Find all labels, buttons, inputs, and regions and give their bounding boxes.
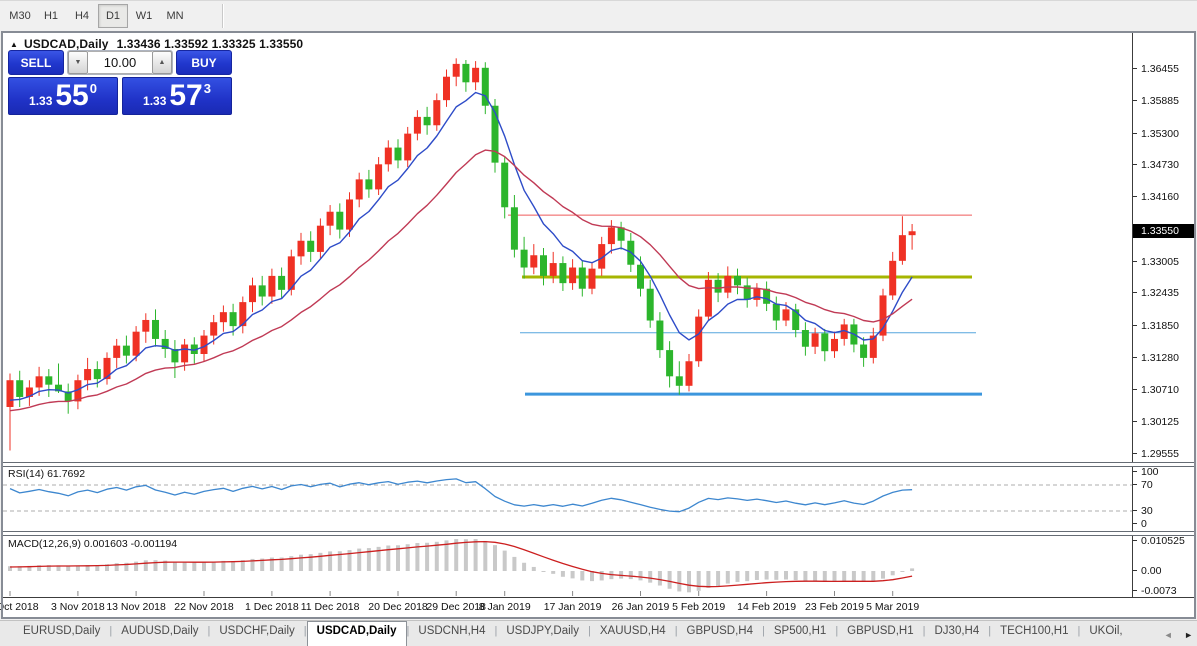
price-axis-label: 1.34730 bbox=[1133, 159, 1194, 171]
chart-ohlc-values: 1.33436 1.33592 1.33325 1.33550 bbox=[117, 37, 304, 51]
rsi-axis-label: 70 bbox=[1133, 479, 1194, 491]
chart-tab-usdjpy-daily[interactable]: USDJPY,Daily bbox=[497, 621, 588, 646]
price-axis-label: 1.35300 bbox=[1133, 128, 1194, 140]
timeframe-button-h4[interactable]: H4 bbox=[67, 4, 97, 28]
sell-price-sup: 0 bbox=[90, 81, 97, 96]
timeframe-button-h1[interactable]: H1 bbox=[36, 4, 66, 28]
chart-title: ▲ USDCAD,Daily 1.33436 1.33592 1.33325 1.3… bbox=[10, 37, 303, 51]
price-axis-label: 1.30125 bbox=[1133, 416, 1194, 428]
price-axis-label: 1.35885 bbox=[1133, 95, 1194, 107]
date-axis-label: 13 Nov 2018 bbox=[106, 601, 166, 613]
price-axis-label: 1.36455 bbox=[1133, 63, 1194, 75]
volume-input[interactable] bbox=[88, 51, 152, 74]
chart-tab-eurusd-daily[interactable]: EURUSD,Daily bbox=[14, 621, 109, 646]
date-axis-label: 1 Dec 2018 bbox=[245, 601, 299, 613]
current-price-tag: 1.33550 bbox=[1133, 224, 1195, 238]
chart-tab-bar: EURUSD,Daily|AUDUSD,Daily|USDCHF,Daily|U… bbox=[0, 620, 1197, 646]
sell-button[interactable]: SELL bbox=[8, 50, 64, 75]
buy-price-big: 57 bbox=[169, 79, 202, 113]
date-axis-label: 17 Jan 2019 bbox=[544, 601, 602, 613]
date-axis-label: 25 Oct 2018 bbox=[0, 601, 39, 613]
macd-axis-label: 0.00 bbox=[1133, 565, 1194, 577]
tab-scroll-controls: ◄ ► bbox=[1157, 621, 1193, 646]
price-axis-label: 1.31850 bbox=[1133, 320, 1194, 332]
chart-tab-gbpusd-h1[interactable]: GBPUSD,H1 bbox=[838, 621, 922, 646]
buy-price-sup: 3 bbox=[204, 81, 211, 96]
chart-tab-ukoil[interactable]: UKOil, bbox=[1080, 621, 1131, 646]
date-axis-label: 14 Feb 2019 bbox=[737, 601, 796, 613]
chart-tab-dj30-h4[interactable]: DJ30,H4 bbox=[926, 621, 989, 646]
rsi-indicator-label: RSI(14) 61.7692 bbox=[8, 468, 85, 480]
chart-tab-tech100-h1[interactable]: TECH100,H1 bbox=[991, 621, 1077, 646]
one-click-trading-panel: SELL ▼ ▲ BUY 1.33550 1.33573 bbox=[8, 50, 232, 115]
macd-axis-label: 0.010525 bbox=[1133, 535, 1194, 547]
rsi-axis-label: 0 bbox=[1133, 518, 1194, 530]
rsi-axis-label: 30 bbox=[1133, 505, 1194, 517]
timeframe-button-m30[interactable]: M30 bbox=[5, 4, 35, 28]
chart-tab-audusd-daily[interactable]: AUDUSD,Daily bbox=[112, 621, 207, 646]
sell-price-big: 55 bbox=[55, 79, 88, 113]
macd-axis-label: -0.0073 bbox=[1133, 585, 1194, 597]
buy-price-prefix: 1.33 bbox=[143, 94, 166, 108]
tab-scroll-left-icon[interactable]: ◄ bbox=[1164, 630, 1173, 640]
timeframe-button-d1[interactable]: D1 bbox=[98, 4, 128, 28]
macd-splitter[interactable] bbox=[3, 531, 1194, 536]
timeframe-button-mn[interactable]: MN bbox=[160, 4, 190, 28]
date-axis-label: 11 Dec 2018 bbox=[301, 601, 360, 613]
rsi-splitter[interactable] bbox=[3, 462, 1194, 467]
time-axis[interactable]: 25 Oct 2018 3 Nov 201813 Nov 2018 22 Nov 2… bbox=[3, 598, 1132, 617]
date-axis-label: 3 Nov 2018 bbox=[51, 601, 105, 613]
price-axis-label: 1.31280 bbox=[1133, 352, 1194, 364]
chart-tab-gbpusd-h4[interactable]: GBPUSD,H4 bbox=[678, 621, 762, 646]
chart-tab-usdchf-daily[interactable]: USDCHF,Daily bbox=[210, 621, 303, 646]
price-axis-label: 1.29555 bbox=[1133, 448, 1194, 460]
chart-tab-xauusd-h4[interactable]: XAUUSD,H4 bbox=[591, 621, 675, 646]
metatrader-screen: M30H1H4D1W1MN ▲ USDCAD,Daily 1.33436 1.335… bbox=[0, 0, 1197, 646]
volume-stepper: ▼ ▲ bbox=[67, 50, 173, 75]
buy-button[interactable]: BUY bbox=[176, 50, 232, 75]
macd-indicator-label: MACD(12,26,9) 0.001603 -0.001194 bbox=[8, 538, 177, 550]
date-axis-label: 23 Feb 2019 bbox=[805, 601, 864, 613]
date-axis-label: 8 Jan 2019 bbox=[479, 601, 531, 613]
volume-increase-icon[interactable]: ▲ bbox=[152, 51, 172, 74]
price-axis-label: 1.33005 bbox=[1133, 256, 1194, 268]
sell-price-box[interactable]: 1.33550 bbox=[8, 77, 118, 115]
date-axis-label: 22 Nov 2018 bbox=[174, 601, 234, 613]
date-axis-label: 5 Mar 2019 bbox=[866, 601, 919, 613]
tab-scroll-right-icon[interactable]: ► bbox=[1184, 630, 1193, 640]
timeframe-button-w1[interactable]: W1 bbox=[129, 4, 159, 28]
price-axis-label: 1.34160 bbox=[1133, 191, 1194, 203]
volume-decrease-icon[interactable]: ▼ bbox=[68, 51, 88, 74]
collapse-panel-icon[interactable]: ▲ bbox=[10, 40, 18, 49]
sell-price-prefix: 1.33 bbox=[29, 94, 52, 108]
chart-tabs: EURUSD,Daily|AUDUSD,Daily|USDCHF,Daily|U… bbox=[0, 621, 1163, 646]
chart-symbol-period: USDCAD,Daily bbox=[24, 37, 109, 51]
timeframe-toolbar: M30H1H4D1W1MN bbox=[0, 0, 1197, 31]
chart-tab-usdcad-daily[interactable]: USDCAD,Daily bbox=[307, 621, 407, 646]
buy-price-box[interactable]: 1.33573 bbox=[122, 77, 232, 115]
date-axis-label: 20 Dec 2018 bbox=[368, 601, 428, 613]
rsi-axis-label: 100 bbox=[1133, 466, 1194, 478]
toolbar-separator bbox=[222, 4, 223, 28]
price-axis-label: 1.30710 bbox=[1133, 384, 1194, 396]
price-axis-label: 1.32435 bbox=[1133, 287, 1194, 299]
date-axis-label: 26 Jan 2019 bbox=[612, 601, 670, 613]
date-axis-label: 5 Feb 2019 bbox=[672, 601, 725, 613]
price-axis[interactable]: 1.36455 1.35885 1.35300 1.34730 1.34160 1.330… bbox=[1133, 33, 1194, 597]
chart-tab-usdcnh-h4[interactable]: USDCNH,H4 bbox=[409, 621, 494, 646]
chart-tab-sp500-h1[interactable]: SP500,H1 bbox=[765, 621, 835, 646]
date-axis-label: 29 Dec 2018 bbox=[426, 601, 486, 613]
